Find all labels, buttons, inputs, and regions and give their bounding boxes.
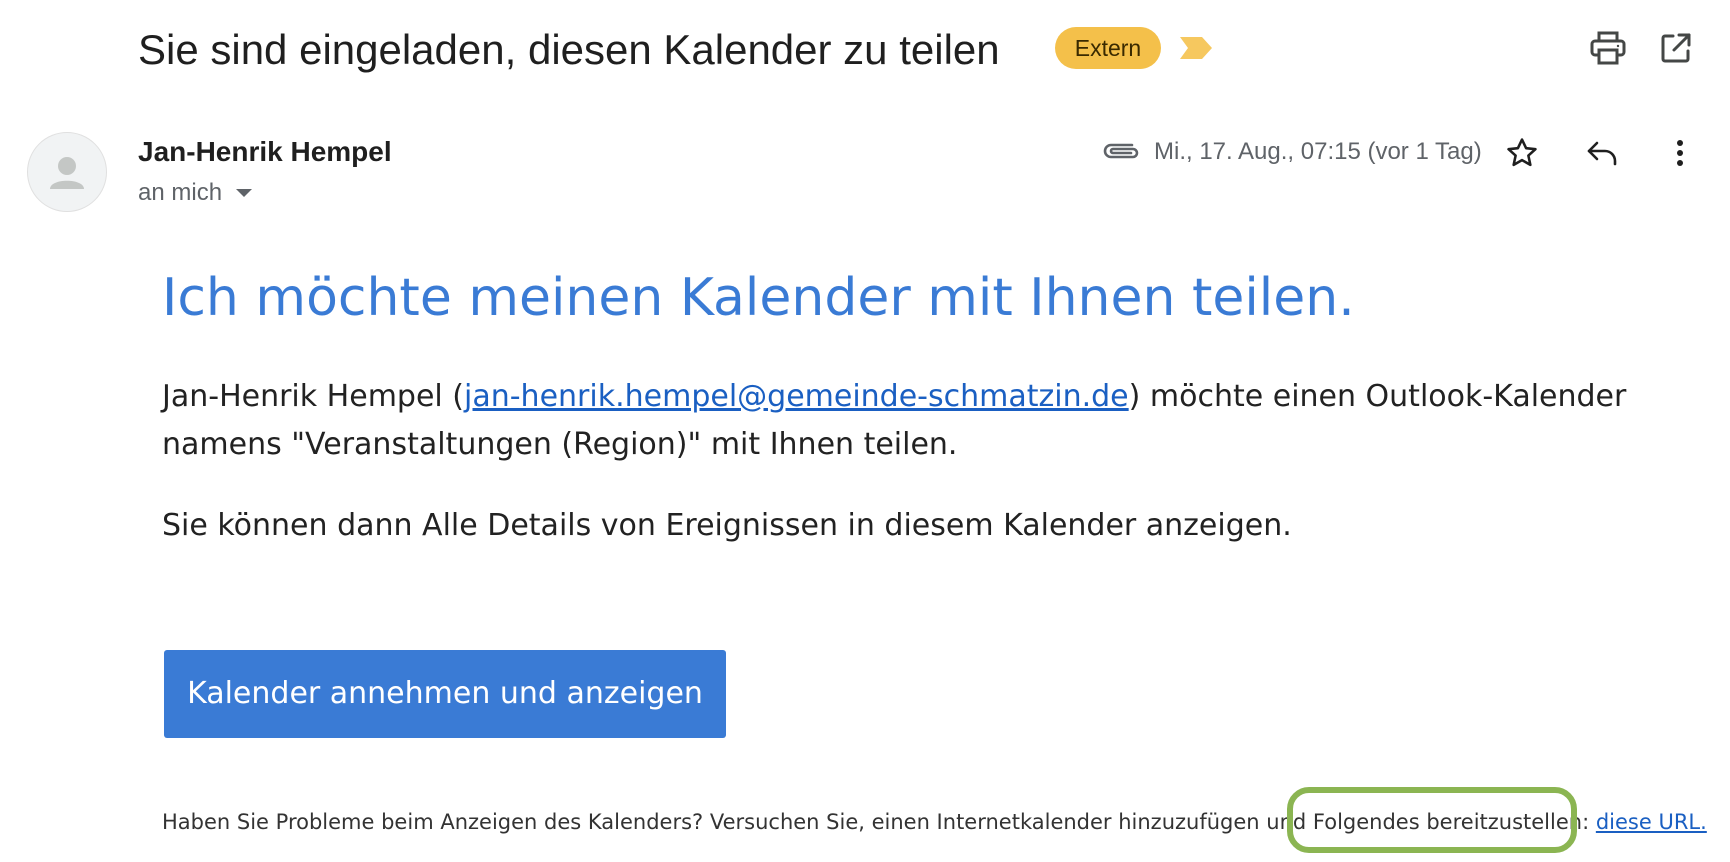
importance-marker-icon[interactable] [1178,34,1214,62]
email-subject: Sie sind eingeladen, diesen Kalender zu … [138,26,1000,73]
footer-help-label: Haben Sie Probleme beim Anzeigen des Kal… [162,810,1596,834]
invite-text-start: Jan-Henrik Hempel ( [162,379,464,414]
accept-calendar-button[interactable]: Kalender annehmen und anzeigen [164,650,726,738]
star-icon[interactable] [1497,128,1547,178]
paperclip-icon [1102,136,1140,166]
calendar-url-link[interactable]: diese URL. [1596,810,1707,834]
email-date: Mi., 17. Aug., 07:15 (vor 1 Tag) [1154,138,1482,165]
sender-name[interactable]: Jan-Henrik Hempel [138,134,392,170]
more-vertical-icon[interactable] [1655,128,1705,178]
recipient-label: an mich [138,179,223,206]
footer-help-text: Haben Sie Probleme beim Anzeigen des Kal… [162,806,1707,838]
sender-email-link[interactable]: jan-henrik.hempel@gemeinde-schmatzin.de [464,379,1129,414]
body-heading: Ich möchte meinen Kalender mit Ihnen tei… [162,268,1355,328]
extern-label-badge[interactable]: Extern [1055,27,1161,69]
recipient-details-toggle[interactable]: an mich [138,176,253,210]
print-icon[interactable] [1585,25,1631,71]
reply-icon[interactable] [1577,128,1627,178]
open-in-new-window-icon[interactable] [1653,25,1699,71]
caret-down-icon[interactable] [236,189,253,197]
body-paragraph-invite: Jan-Henrik Hempel (jan-henrik.hempel@gem… [162,373,1692,469]
sender-avatar[interactable] [27,132,107,212]
body-paragraph-permissions: Sie können dann Alle Details von Ereigni… [162,508,1292,543]
